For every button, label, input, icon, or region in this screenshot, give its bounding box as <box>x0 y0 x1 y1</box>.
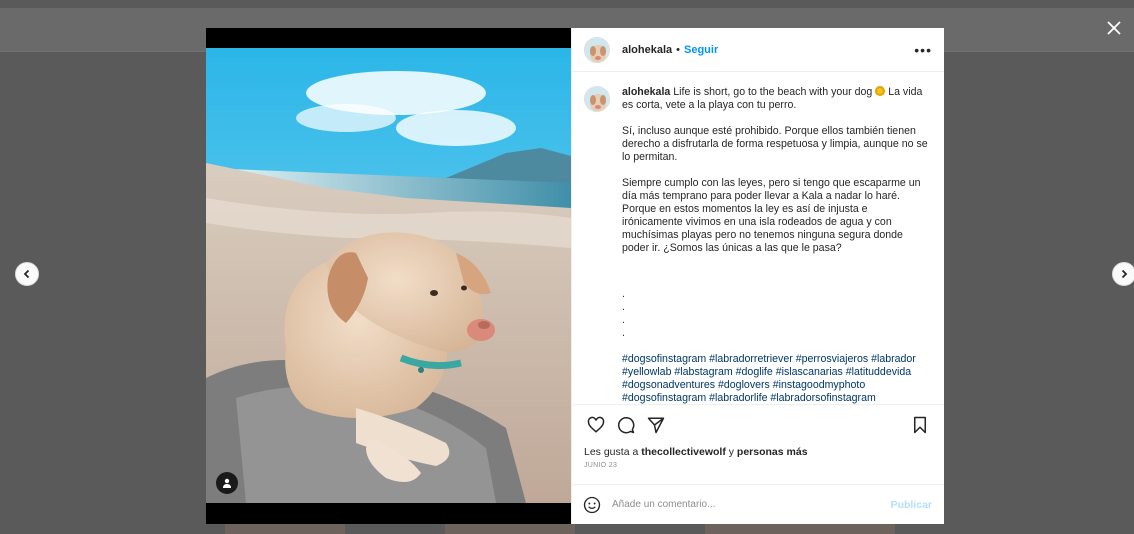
post-date[interactable]: JUNIO 23 <box>572 460 944 484</box>
like-button[interactable] <box>584 413 608 437</box>
caption-avatar[interactable] <box>584 86 610 112</box>
likes-connector: y <box>728 446 734 458</box>
caption-hashtags[interactable]: #dogsofinstagram #labradorretriever #per… <box>622 353 928 404</box>
post-media <box>206 28 571 524</box>
post-modal: alohekala • Seguir ••• alohekala Life is… <box>206 28 944 524</box>
user-tag-icon <box>223 478 231 488</box>
next-post-button[interactable] <box>1112 262 1134 286</box>
action-bar <box>572 404 944 444</box>
caption-dot: . <box>622 301 625 313</box>
tagged-users-button[interactable] <box>216 472 238 494</box>
post-sidebar: alohekala • Seguir ••• alohekala Life is… <box>571 28 944 524</box>
post-photo[interactable] <box>206 48 571 503</box>
heart-icon <box>587 416 605 433</box>
post-header: alohekala • Seguir ••• <box>572 28 944 72</box>
separator-dot: • <box>676 43 680 56</box>
chevron-right-icon <box>1121 269 1128 279</box>
caption-dot: . <box>622 314 625 326</box>
comment-icon <box>618 416 635 433</box>
caption-paragraph-2: Sí, incluso aunque esté prohibido. Porqu… <box>622 125 928 163</box>
caption-paragraph-3: Siempre cumplo con las leyes, pero si te… <box>622 177 921 254</box>
comment-input[interactable] <box>612 499 891 510</box>
follow-button[interactable]: Seguir <box>684 44 718 56</box>
save-button[interactable] <box>908 413 932 437</box>
author-username[interactable]: alohekala <box>622 44 672 56</box>
comment-button[interactable] <box>614 413 638 437</box>
likes-others-link[interactable]: personas más <box>737 446 808 458</box>
caption-dot: . <box>622 288 625 300</box>
share-button[interactable] <box>644 413 668 437</box>
previous-post-button[interactable] <box>15 262 39 286</box>
publish-button[interactable]: Publicar <box>891 499 932 511</box>
likes-user-link[interactable]: thecollectivewolf <box>641 446 726 458</box>
chevron-left-icon <box>23 269 30 279</box>
bookmark-icon <box>914 416 926 433</box>
smiley-icon <box>583 496 601 513</box>
author-avatar[interactable] <box>584 36 610 63</box>
caption-section: alohekala Life is short, go to the beach… <box>572 72 944 404</box>
likes-prefix: Les gusta a <box>584 446 639 458</box>
post-caption: alohekala Life is short, go to the beach… <box>622 86 928 404</box>
close-icon <box>1107 21 1121 35</box>
more-options-button[interactable]: ••• <box>914 42 932 58</box>
likes-summary: Les gusta a thecollectivewolf y personas… <box>572 444 944 460</box>
comment-composer: Publicar <box>572 484 944 524</box>
sun-emoji-icon <box>875 86 886 96</box>
caption-dot: . <box>622 327 625 339</box>
caption-intro-text: Life is short, go to the beach with your… <box>673 86 873 98</box>
paper-plane-icon <box>647 417 665 433</box>
close-button[interactable] <box>1102 16 1126 40</box>
emoji-button[interactable] <box>582 495 602 515</box>
dog-on-beach-photo <box>206 48 571 503</box>
caption-username[interactable]: alohekala <box>622 86 670 98</box>
